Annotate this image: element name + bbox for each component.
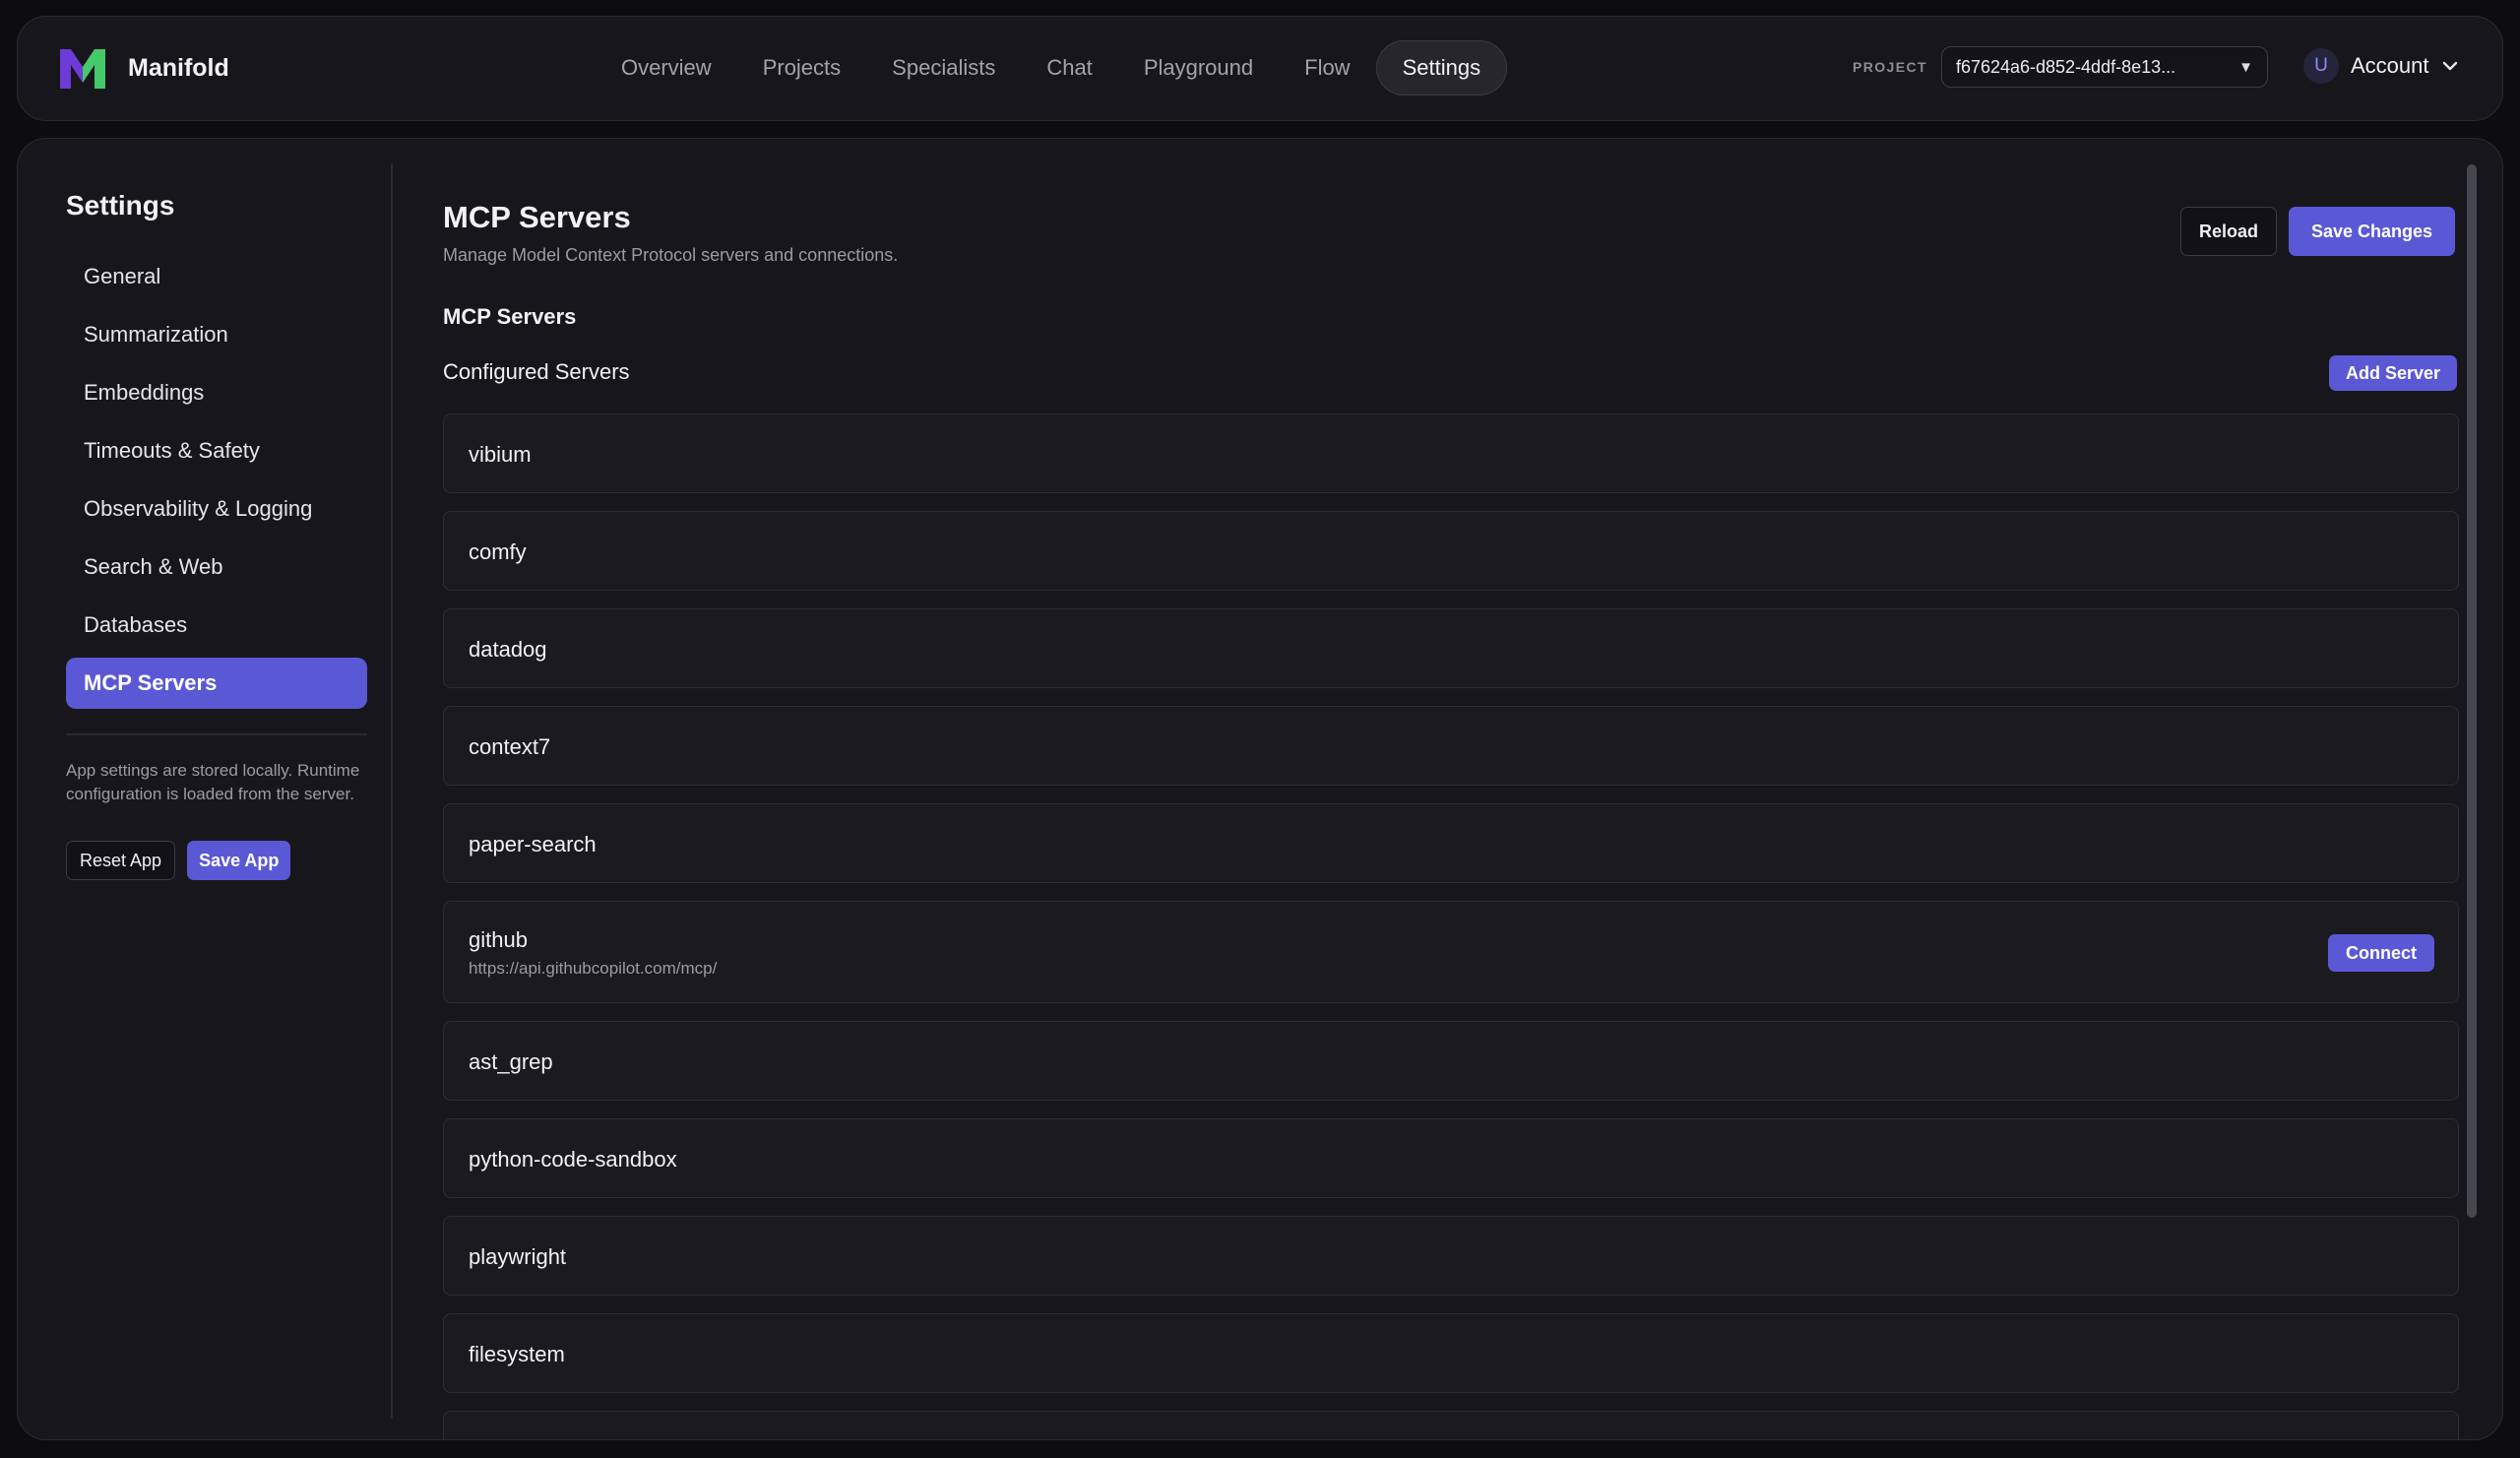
reload-button[interactable]: Reload [2180, 207, 2278, 256]
sidebar-note: App settings are stored locally. Runtime… [66, 761, 360, 803]
sidebar-item-timeouts-safety[interactable]: Timeouts & Safety [66, 425, 367, 476]
server-name: playwright [469, 1244, 567, 1269]
server-url: https://api.githubcopilot.com/mcp/ [469, 959, 718, 978]
account-menu[interactable]: U Account [2303, 48, 2459, 84]
add-server-button[interactable]: Add Server [2329, 355, 2458, 391]
save-app-button[interactable]: Save App [187, 841, 291, 880]
configured-servers-title: Configured Servers [443, 359, 630, 384]
server-row-partial[interactable] [443, 1411, 2459, 1439]
main-nav: Overview Projects Specialists Chat Playg… [596, 40, 1508, 95]
nav-flow[interactable]: Flow [1279, 40, 1375, 95]
sidebar-divider-line [66, 733, 367, 735]
server-name: python-code-sandbox [469, 1147, 677, 1172]
sidebar-divider [391, 163, 393, 1419]
server-row[interactable]: context7 [443, 706, 2459, 786]
project-select[interactable]: f67624a6-d852-4ddf-8e13... ▼ [1940, 46, 2268, 88]
settings-sidebar: Settings General Summarization Embedding… [18, 139, 392, 1439]
server-name: comfy [469, 539, 527, 564]
server-name: github [469, 927, 528, 952]
scrollbar-thumb[interactable] [2467, 164, 2477, 1218]
reset-app-button[interactable]: Reset App [66, 841, 176, 880]
scrollbar[interactable] [2467, 164, 2477, 1218]
brand[interactable]: Manifold [57, 45, 229, 91]
avatar: U [2303, 48, 2339, 84]
sidebar-actions: Reset App Save App [66, 841, 291, 880]
app-name: Manifold [128, 53, 229, 82]
server-name: paper-search [469, 832, 597, 856]
server-row[interactable]: paper-search [443, 803, 2459, 883]
nav-chat[interactable]: Chat [1021, 40, 1117, 95]
page-description: Manage Model Context Protocol servers an… [443, 245, 899, 265]
sidebar-item-databases[interactable]: Databases [66, 600, 367, 651]
dropdown-caret-icon: ▼ [2238, 58, 2253, 76]
server-row[interactable]: filesystem [443, 1313, 2459, 1393]
save-changes-button[interactable]: Save Changes [2289, 207, 2456, 256]
sidebar-item-general[interactable]: General [66, 251, 367, 302]
server-name: vibium [469, 442, 532, 467]
server-row[interactable]: playwright [443, 1216, 2459, 1296]
sidebar-menu: General Summarization Embeddings Timeout… [66, 251, 367, 716]
sidebar-item-search-web[interactable]: Search & Web [66, 541, 367, 593]
section-title: MCP Servers [443, 304, 577, 329]
sidebar-title: Settings [66, 190, 175, 221]
server-name: filesystem [469, 1342, 565, 1366]
nav-playground[interactable]: Playground [1118, 40, 1279, 95]
server-row[interactable]: vibium [443, 413, 2459, 493]
server-name: ast_grep [469, 1049, 553, 1074]
project-label: PROJECT [1853, 59, 1927, 75]
nav-projects[interactable]: Projects [737, 40, 866, 95]
sidebar-item-observability-logging[interactable]: Observability & Logging [66, 483, 367, 535]
server-name: context7 [469, 734, 551, 759]
manifold-logo-icon [60, 49, 105, 89]
server-row[interactable]: comfy [443, 511, 2459, 591]
server-row[interactable]: ast_grep [443, 1021, 2459, 1101]
header-actions: Reload Save Changes [2180, 207, 2456, 256]
server-list: vibium comfy datadog context7 paper-sear… [443, 413, 2459, 1439]
nav-specialists[interactable]: Specialists [866, 40, 1021, 95]
server-row[interactable]: datadog [443, 608, 2459, 688]
chevron-down-icon [2442, 61, 2457, 71]
sidebar-item-mcp-servers[interactable]: MCP Servers [66, 658, 367, 709]
page-title: MCP Servers [443, 200, 631, 234]
top-bar: Manifold Overview Projects Specialists C… [17, 16, 2503, 121]
server-name: datadog [469, 637, 547, 662]
nav-settings[interactable]: Settings [1375, 40, 1508, 95]
mcp-content: MCP Servers Manage Model Context Protoco… [427, 139, 2459, 1439]
connect-button[interactable]: Connect [2328, 934, 2434, 972]
server-row-github[interactable]: github https://api.githubcopilot.com/mcp… [443, 901, 2459, 1003]
account-label: Account [2351, 53, 2429, 78]
settings-panel: Settings General Summarization Embedding… [17, 138, 2503, 1440]
sidebar-item-embeddings[interactable]: Embeddings [66, 367, 367, 418]
project-picker: PROJECT f67624a6-d852-4ddf-8e13... ▼ [1853, 46, 2268, 88]
project-value: f67624a6-d852-4ddf-8e13... [1955, 56, 2176, 77]
sidebar-item-summarization[interactable]: Summarization [66, 309, 367, 360]
nav-overview[interactable]: Overview [596, 40, 737, 95]
server-row[interactable]: python-code-sandbox [443, 1118, 2459, 1198]
